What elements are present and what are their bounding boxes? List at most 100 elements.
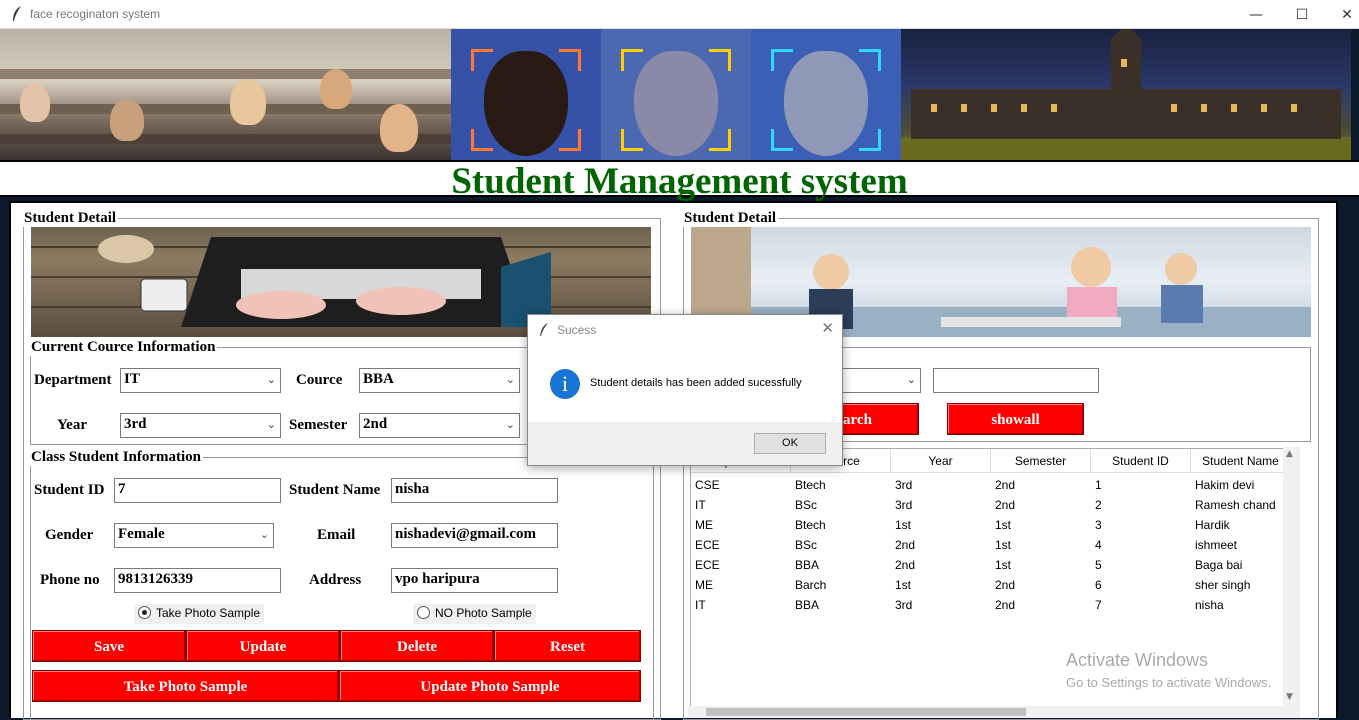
showall-button[interactable]: showall (947, 403, 1084, 435)
year-label: Year (57, 417, 87, 433)
table-cell: 2 (1095, 498, 1102, 512)
semester-combobox[interactable]: 2nd ⌄ (359, 413, 520, 438)
info-icon: i (550, 369, 580, 399)
search-by-combobox[interactable]: ⌄ (841, 368, 921, 393)
course-value: BBA (363, 371, 394, 387)
chevron-down-icon: ⌄ (505, 418, 515, 431)
table-cell: Ramesh chand (1195, 498, 1276, 512)
close-button[interactable]: ✕ (1324, 0, 1359, 29)
address-label: Address (309, 572, 362, 588)
table-cell: BSc (795, 538, 818, 552)
table-cell: 1st (995, 518, 1012, 532)
address-input[interactable]: vpo haripura (391, 568, 558, 593)
university-image (901, 29, 1351, 160)
table-cell: 1st (895, 578, 912, 592)
table-cell: 3 (1095, 518, 1102, 532)
semester-label: Semester (289, 417, 348, 433)
table-cell: 1 (1095, 478, 1102, 492)
success-dialog: Sucess ✕ i Student details has been adde… (527, 314, 843, 466)
table-row[interactable]: ME Barch 1st 2nd 6 sher singh (691, 575, 1291, 595)
activate-windows-watermark: Activate Windows (1066, 650, 1209, 670)
reset-button[interactable]: Reset (494, 630, 641, 662)
scroll-down-icon[interactable]: ▼ (1286, 692, 1293, 702)
table-cell: BSc (795, 498, 818, 512)
chevron-down-icon: ⌄ (266, 373, 276, 386)
class-student-label: Class Student Information (29, 449, 204, 466)
department-combobox[interactable]: IT ⌄ (120, 368, 281, 393)
department-label: Department (34, 372, 112, 388)
table-cell: Btech (795, 478, 826, 492)
scroll-up-icon[interactable]: ▲ (1286, 449, 1293, 459)
table-row[interactable]: ECE BBA 2nd 1st 5 Baga bai (691, 555, 1291, 575)
table-cell: sher singh (1195, 578, 1251, 592)
radio-selected-icon (138, 606, 151, 619)
table-cell: ishmeet (1195, 538, 1238, 552)
current-course-label: Current Cource Information (29, 339, 218, 356)
table-cell: 3rd (895, 498, 913, 512)
minimize-button[interactable]: — (1233, 0, 1279, 29)
student-id-input[interactable]: 7 (114, 478, 281, 503)
column-header[interactable]: Student Name (1191, 449, 1291, 472)
classroom-image (0, 29, 451, 160)
gender-label: Gender (45, 527, 94, 543)
take-photo-radio[interactable]: Take Photo Sample (134, 604, 265, 624)
table-row[interactable]: IT BBA 3rd 2nd 7 nisha (691, 595, 1291, 615)
table-cell: ME (695, 578, 713, 592)
phone-label: Phone no (40, 572, 100, 588)
course-combobox[interactable]: BBA ⌄ (359, 368, 520, 393)
table-cell: 3rd (895, 598, 913, 612)
face-scan-image-1 (451, 29, 601, 160)
table-cell: 1st (995, 558, 1012, 572)
table-cell: 2nd (895, 558, 916, 572)
table-cell: 1st (895, 518, 912, 532)
maximize-button[interactable]: ☐ (1279, 0, 1325, 29)
column-header[interactable]: Semester (991, 449, 1091, 472)
column-header[interactable]: Student ID (1091, 449, 1191, 472)
table-cell: 2nd (995, 598, 1016, 612)
chevron-down-icon: ⌄ (266, 418, 276, 431)
table-row[interactable]: ME Btech 1st 1st 3 Hardik (691, 515, 1291, 535)
face-scan-image-2 (601, 29, 751, 160)
page-title: Student Management system (451, 161, 908, 202)
scrollbar-thumb[interactable] (706, 708, 1026, 716)
window-title: face recoginaton system (30, 7, 161, 21)
year-combobox[interactable]: 3rd ⌄ (120, 413, 281, 438)
chevron-down-icon: ⌄ (259, 528, 269, 541)
take-photo-sample-button[interactable]: Take Photo Sample (32, 670, 339, 702)
table-cell: CSE (695, 478, 720, 492)
no-photo-radio[interactable]: NO Photo Sample (413, 604, 536, 624)
activate-windows-subtext: Go to Settings to activate Windows. (1066, 675, 1272, 690)
table-cell: Hakim devi (1195, 478, 1255, 492)
student-name-input[interactable]: nisha (391, 478, 558, 503)
column-header[interactable]: Year (891, 449, 991, 472)
update-photo-sample-button[interactable]: Update Photo Sample (339, 670, 641, 702)
gender-combobox[interactable]: Female ⌄ (114, 523, 274, 548)
table-cell: ECE (695, 538, 720, 552)
table-cell: 1st (995, 538, 1012, 552)
dialog-footer: OK (528, 422, 842, 465)
chevron-down-icon: ⌄ (505, 373, 515, 386)
table-row[interactable]: IT BSc 3rd 2nd 2 Ramesh chand (691, 495, 1291, 515)
phone-input[interactable]: 9813126339 (114, 568, 281, 593)
table-cell: ME (695, 518, 713, 532)
delete-button[interactable]: Delete (340, 630, 494, 662)
table-cell: 2nd (995, 478, 1016, 492)
save-button[interactable]: Save (32, 630, 186, 662)
table-row[interactable]: CSE Btech 3rd 2nd 1 Hakim devi (691, 475, 1291, 495)
radio-unselected-icon (417, 606, 430, 619)
table-vertical-scrollbar[interactable]: ▲ ▼ (1283, 447, 1300, 707)
table-cell: IT (695, 498, 706, 512)
email-input[interactable]: nishadevi@gmail.com (391, 523, 558, 548)
table-horizontal-scrollbar[interactable] (688, 706, 1300, 718)
table-cell: 3rd (895, 478, 913, 492)
update-button[interactable]: Update (186, 630, 340, 662)
no-photo-radio-label: NO Photo Sample (435, 606, 532, 620)
table-cell: IT (695, 598, 706, 612)
table-cell: BBA (795, 558, 820, 572)
table-cell: Baga bai (1195, 558, 1243, 572)
left-frame-label: Student Detail (22, 210, 119, 227)
table-row[interactable]: ECE BSc 2nd 1st 4 ishmeet (691, 535, 1291, 555)
dialog-close-button[interactable]: ✕ (821, 319, 834, 337)
search-input[interactable] (933, 368, 1099, 393)
ok-button[interactable]: OK (754, 433, 826, 454)
